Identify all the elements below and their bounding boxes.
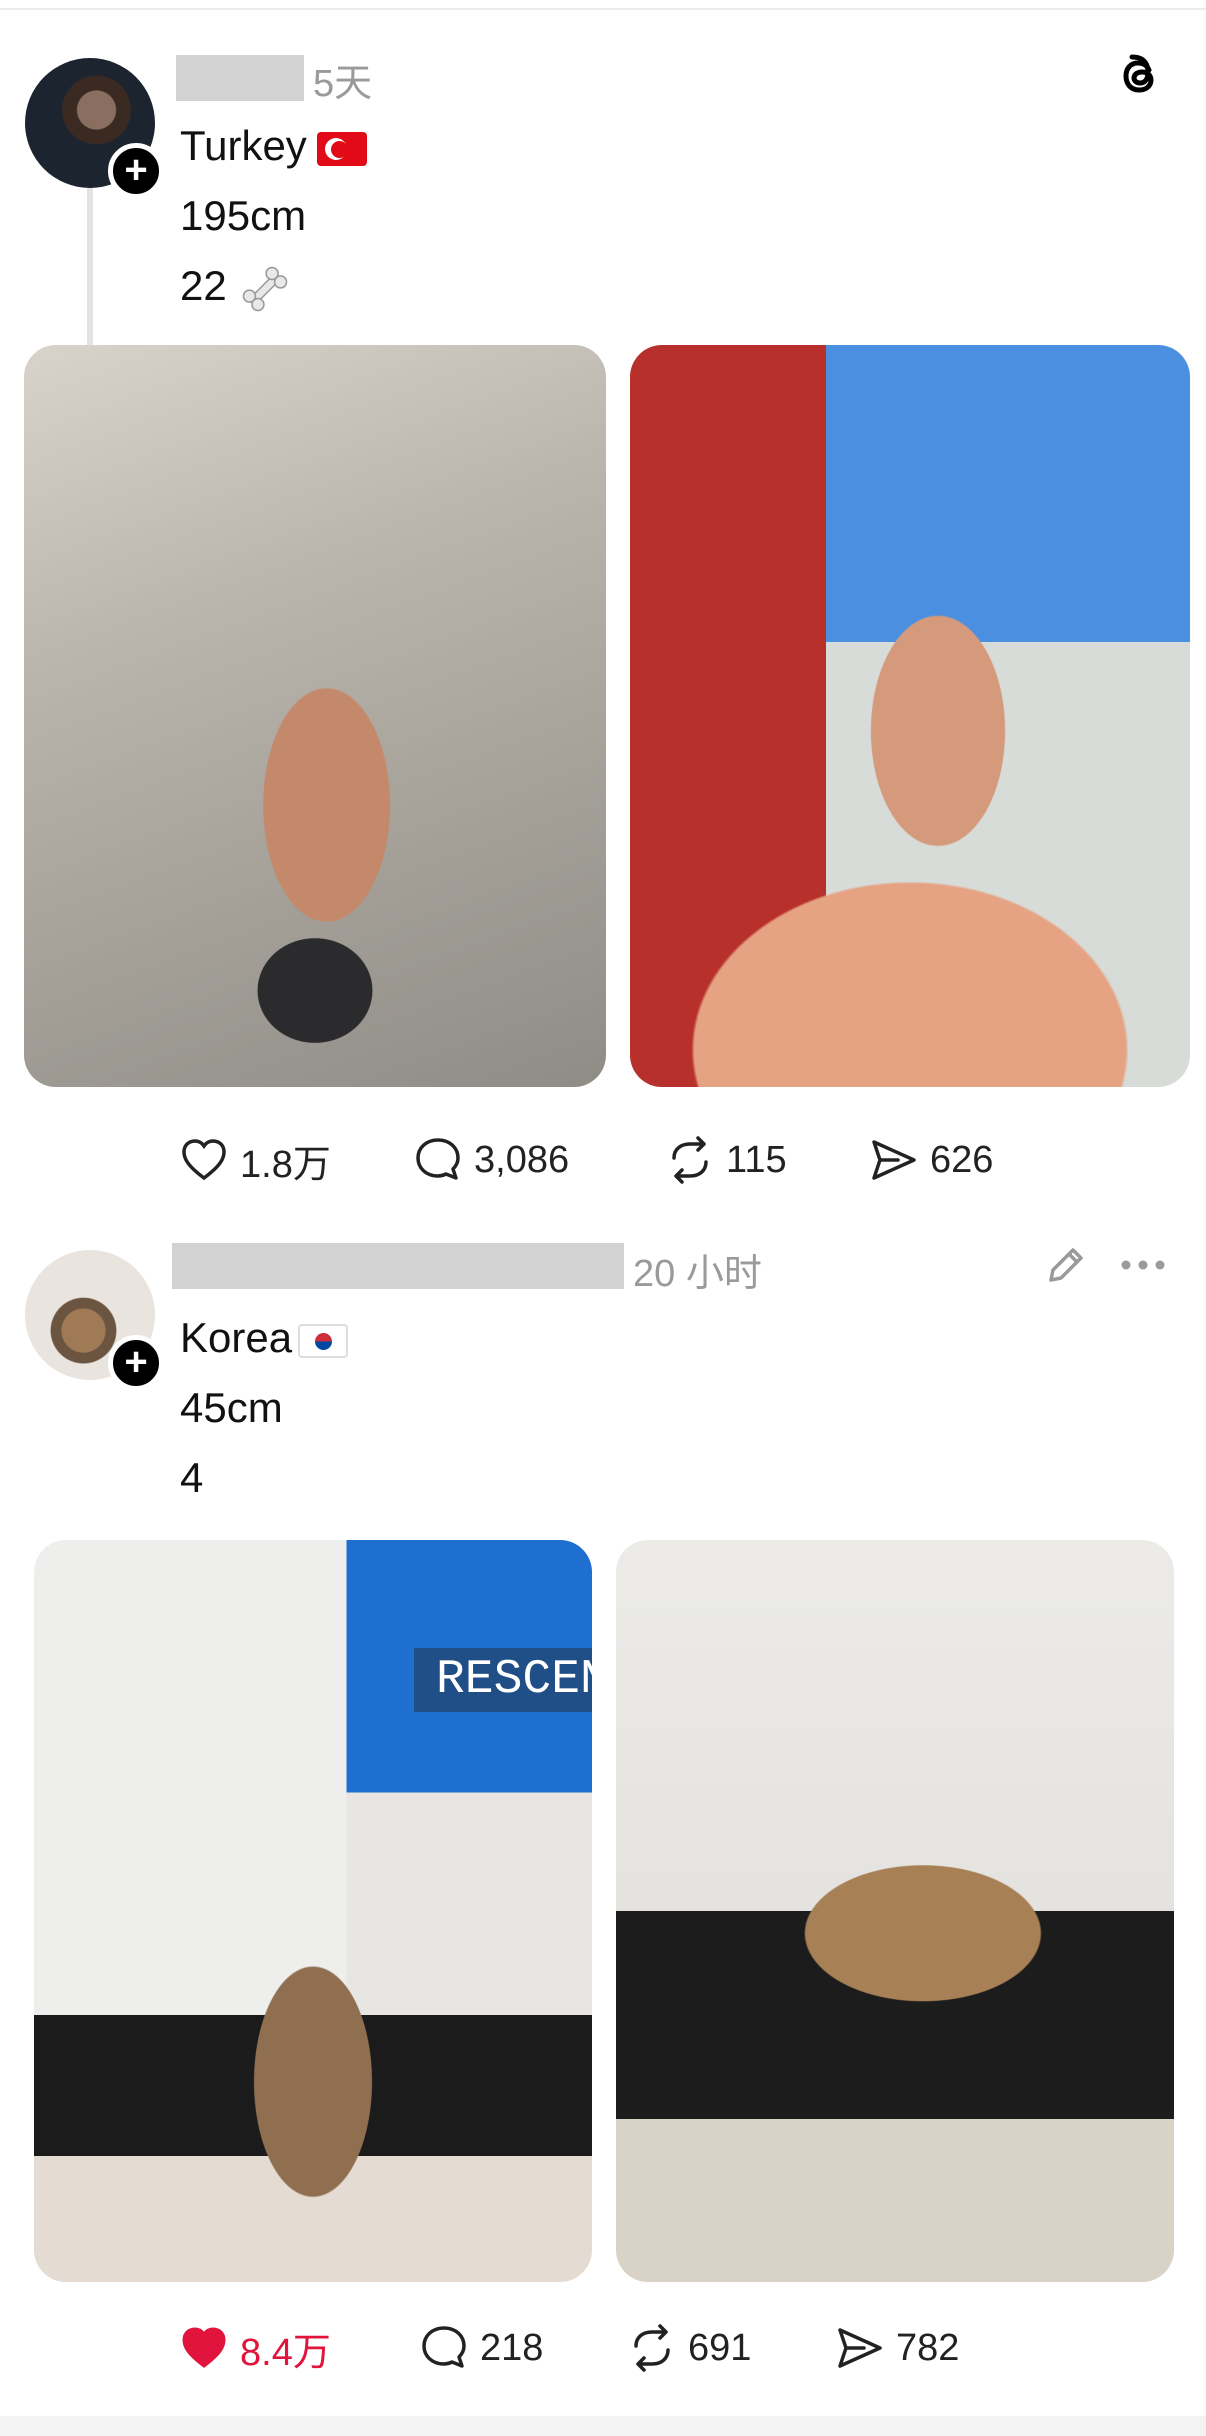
post-text-line-age: 22 xyxy=(180,260,291,315)
heart-icon xyxy=(182,1139,226,1181)
like-count: 1.8万 xyxy=(240,1143,331,1186)
flag-turkey-icon xyxy=(316,131,367,166)
post-text-line-country: Turkey xyxy=(180,120,367,172)
bone-icon xyxy=(242,266,288,312)
like-count: 8.4万 xyxy=(240,2331,331,2374)
share-count: 626 xyxy=(930,1138,994,1181)
heart-filled-icon xyxy=(182,2327,226,2368)
username-redacted[interactable] xyxy=(172,1243,624,1289)
comment-button[interactable]: 3,086 xyxy=(412,1130,569,1190)
post-actions: 8.4万 218 691 782 xyxy=(0,2318,1206,2378)
share-button[interactable]: 782 xyxy=(834,2318,959,2378)
edit-pencil-icon[interactable] xyxy=(1043,1242,1089,1288)
threads-logo-icon[interactable] xyxy=(1115,50,1167,102)
bottom-edge xyxy=(0,2416,1206,2436)
comment-count: 3,086 xyxy=(474,1138,570,1181)
post-photo-3[interactable]: RESCEN xyxy=(34,1540,592,2282)
username-redacted[interactable] xyxy=(176,55,304,101)
repost-icon xyxy=(634,2324,670,2372)
share-button[interactable]: 626 xyxy=(868,1130,993,1190)
like-button[interactable]: 8.4万 xyxy=(178,2318,331,2378)
send-icon xyxy=(838,2328,882,2368)
more-options-icon[interactable] xyxy=(1118,1253,1168,1277)
follow-plus-button[interactable]: + xyxy=(108,1335,164,1391)
repost-count: 115 xyxy=(726,1138,787,1181)
tv-screen-text: RESCEN xyxy=(414,1648,592,1712)
comment-bubble-icon xyxy=(422,2326,466,2368)
share-count: 782 xyxy=(896,2326,960,2369)
repost-button[interactable]: 691 xyxy=(626,2318,751,2378)
post-time: 20 小时 xyxy=(633,1253,762,1295)
repost-icon xyxy=(672,1136,708,1184)
post-time: 5天 xyxy=(313,63,373,105)
comment-bubble-icon xyxy=(416,1138,460,1180)
follow-plus-button[interactable]: + xyxy=(108,143,164,199)
repost-count: 691 xyxy=(688,2326,752,2369)
post-text-line-height: 45cm xyxy=(180,1384,283,1431)
post-text-line-age: 4 xyxy=(180,1454,204,1501)
repost-button[interactable]: 115 xyxy=(664,1130,787,1190)
send-icon xyxy=(872,1140,916,1180)
like-button[interactable]: 1.8万 xyxy=(178,1130,331,1190)
post-photo-1[interactable] xyxy=(24,345,606,1087)
comment-count: 218 xyxy=(480,2326,544,2369)
post-actions: 1.8万 3,086 115 626 xyxy=(0,1130,1206,1190)
post-text-line-height: 195cm xyxy=(180,192,307,239)
flag-south-korea-icon xyxy=(298,1323,349,1358)
post-text-line-country: Korea xyxy=(180,1312,349,1364)
comment-button[interactable]: 218 xyxy=(418,2318,543,2378)
post-photo-2[interactable] xyxy=(630,345,1190,1087)
post-photo-4[interactable] xyxy=(616,1540,1174,2282)
